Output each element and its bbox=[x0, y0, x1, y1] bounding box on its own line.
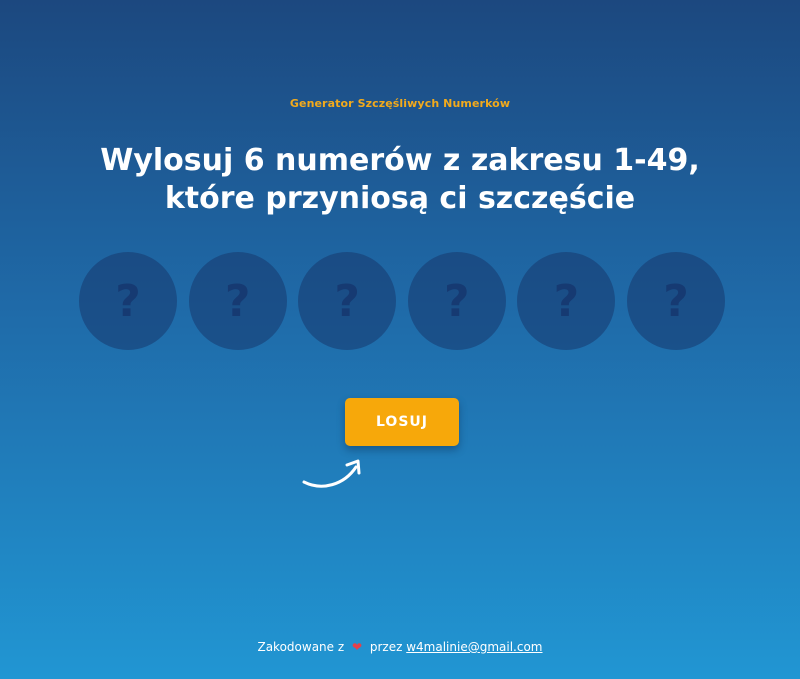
page-title: Wylosuj 6 numerów z zakresu 1-49, które … bbox=[0, 142, 800, 218]
curved-arrow-icon bbox=[302, 459, 361, 488]
number-ball-4: ? bbox=[407, 252, 506, 350]
number-ball-3: ? bbox=[298, 252, 397, 350]
number-ball-2: ? bbox=[188, 252, 287, 350]
number-ball-6: ? bbox=[626, 252, 725, 350]
number-balls: ? ? ? ? ? ? bbox=[79, 252, 725, 350]
number-ball-1: ? bbox=[79, 252, 177, 350]
draw-button[interactable]: LOSUJ bbox=[345, 398, 459, 446]
page-title-line-2: które przyniosą ci szczęście bbox=[164, 181, 636, 216]
app-eyebrow-title: Generator Szczęśliwych Numerków bbox=[289, 97, 511, 110]
heart-icon: ❤ bbox=[351, 640, 363, 654]
email-link[interactable]: w4malinie@gmail.com bbox=[406, 640, 542, 654]
footer: Zakodowane z ❤ przez w4malinie@gmail.com bbox=[0, 640, 800, 654]
footer-middle: przez bbox=[369, 640, 403, 654]
footer-prefix: Zakodowane z bbox=[257, 640, 345, 654]
number-ball-5: ? bbox=[517, 252, 616, 350]
page-title-line-1: Wylosuj 6 numerów z zakresu 1-49, bbox=[100, 143, 700, 178]
